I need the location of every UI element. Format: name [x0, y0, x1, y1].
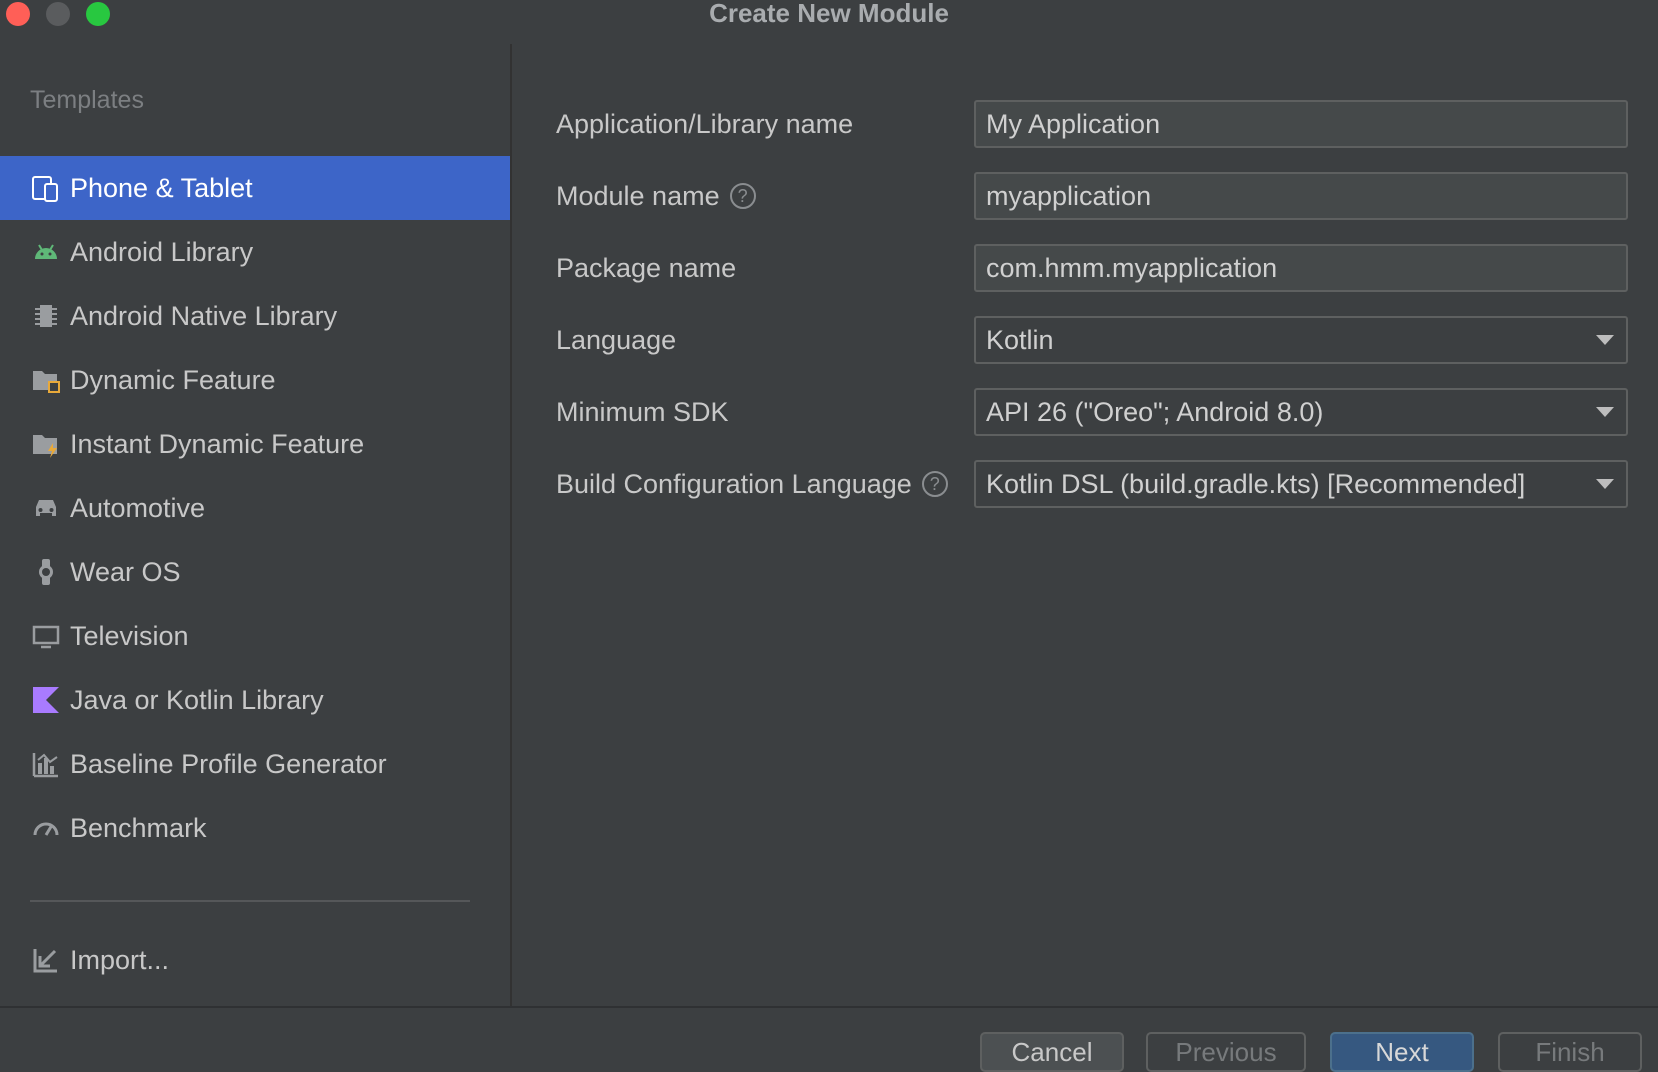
car-icon — [30, 492, 62, 524]
dialog-footer: Cancel Previous Next Finish — [0, 1006, 1658, 1072]
app-name-input[interactable] — [974, 100, 1628, 148]
templates-list: Phone & Tablet Android Library Android N… — [0, 156, 510, 860]
finish-button[interactable]: Finish — [1498, 1032, 1642, 1072]
min-sdk-label: Minimum SDK — [556, 397, 729, 427]
build-config-select[interactable]: Kotlin DSL (build.gradle.kts) [Recommend… — [974, 460, 1628, 508]
package-name-input[interactable] — [974, 244, 1628, 292]
min-sdk-value: API 26 ("Oreo"; Android 8.0) — [986, 397, 1324, 427]
template-android-native-library[interactable]: Android Native Library — [0, 284, 510, 348]
import-button[interactable]: Import... — [30, 944, 169, 976]
language-label: Language — [556, 325, 677, 355]
language-select[interactable]: Kotlin — [974, 316, 1628, 364]
language-row: Language Kotlin — [556, 316, 1628, 364]
gauge-icon — [30, 812, 62, 844]
template-label: Television — [70, 620, 189, 651]
chevron-down-icon — [1596, 479, 1614, 489]
template-instant-dynamic-feature[interactable]: Instant Dynamic Feature — [0, 412, 510, 476]
template-java-kotlin-library[interactable]: Java or Kotlin Library — [0, 668, 510, 732]
build-config-label: Build Configuration Language — [556, 469, 912, 499]
chevron-down-icon — [1596, 407, 1614, 417]
template-dynamic-feature[interactable]: Dynamic Feature — [0, 348, 510, 412]
cancel-button[interactable]: Cancel — [980, 1032, 1124, 1072]
module-name-row: Module name ? — [556, 172, 1628, 220]
watch-icon — [30, 556, 62, 588]
chart-icon — [30, 748, 62, 780]
sidebar-divider — [30, 900, 470, 902]
template-wear-os[interactable]: Wear OS — [0, 540, 510, 604]
kotlin-icon — [30, 684, 62, 716]
folder-lightning-icon — [30, 428, 62, 460]
next-button[interactable]: Next — [1330, 1032, 1474, 1072]
template-label: Wear OS — [70, 556, 181, 587]
template-television[interactable]: Television — [0, 604, 510, 668]
templates-header: Templates — [30, 86, 144, 114]
language-value: Kotlin — [986, 325, 1054, 355]
template-label: Android Native Library — [70, 300, 338, 331]
title-bar: Create New Module — [0, 0, 1658, 30]
template-android-library[interactable]: Android Library — [0, 220, 510, 284]
template-label: Phone & Tablet — [70, 172, 253, 203]
build-config-value: Kotlin DSL (build.gradle.kts) [Recommend… — [986, 469, 1526, 499]
help-icon[interactable]: ? — [921, 471, 948, 497]
template-label: Android Library — [70, 236, 254, 267]
android-icon — [30, 236, 62, 268]
app-name-row: Application/Library name — [556, 100, 1628, 148]
build-config-label-group: Build Configuration Language ? — [556, 460, 948, 508]
import-label: Import... — [70, 944, 170, 975]
module-name-label: Module name — [556, 181, 720, 211]
chip-icon — [30, 300, 62, 332]
templates-sidebar: Templates Phone & Tablet Android Library… — [0, 44, 512, 1006]
min-sdk-select[interactable]: API 26 ("Oreo"; Android 8.0) — [974, 388, 1628, 436]
module-name-label-group: Module name ? — [556, 172, 756, 220]
import-arrow-icon — [30, 944, 62, 976]
help-icon[interactable]: ? — [729, 183, 756, 209]
module-name-input[interactable] — [974, 172, 1628, 220]
template-label: Automotive — [70, 492, 206, 523]
template-baseline-profile-generator[interactable]: Baseline Profile Generator — [0, 732, 510, 796]
tv-icon — [30, 620, 62, 652]
phone-tablet-icon — [30, 172, 62, 204]
folder-module-icon — [30, 364, 62, 396]
template-automotive[interactable]: Automotive — [0, 476, 510, 540]
template-label: Instant Dynamic Feature — [70, 428, 365, 459]
template-label: Baseline Profile Generator — [70, 748, 387, 779]
package-name-label: Package name — [556, 253, 737, 283]
template-phone-tablet[interactable]: Phone & Tablet — [0, 156, 510, 220]
template-benchmark[interactable]: Benchmark — [0, 796, 510, 860]
window-title: Create New Module — [709, 0, 949, 28]
package-name-row: Package name — [556, 244, 1628, 292]
template-label: Dynamic Feature — [70, 364, 276, 395]
chevron-down-icon — [1596, 335, 1614, 345]
app-name-label: Application/Library name — [556, 109, 854, 139]
build-config-row: Build Configuration Language ? Kotlin DS… — [556, 460, 1628, 508]
previous-button[interactable]: Previous — [1146, 1032, 1306, 1072]
template-label: Java or Kotlin Library — [70, 684, 324, 715]
template-label: Benchmark — [70, 812, 207, 843]
min-sdk-row: Minimum SDK API 26 ("Oreo"; Android 8.0) — [556, 388, 1628, 436]
